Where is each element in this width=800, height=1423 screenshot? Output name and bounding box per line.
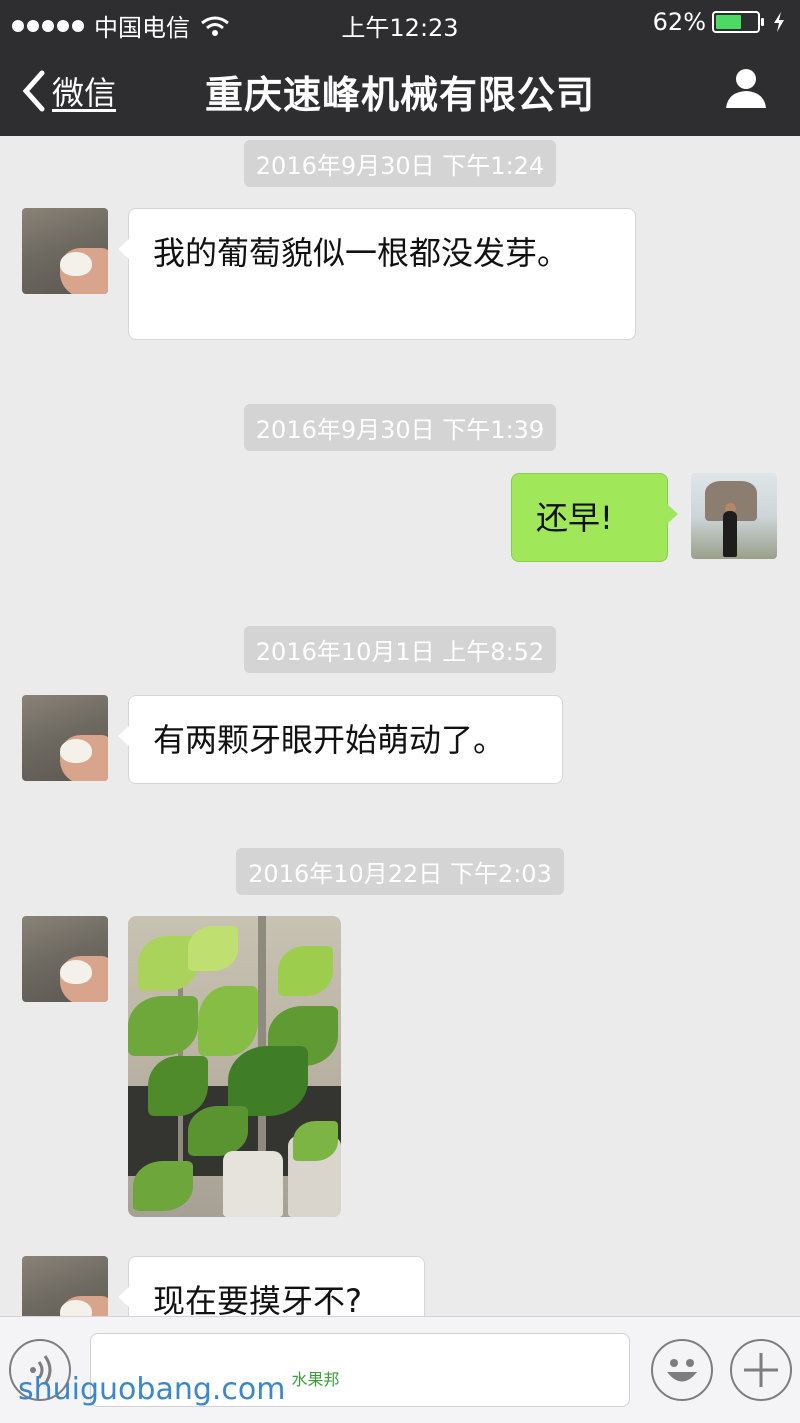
received-message[interactable]: 我的葡萄貌似一根都没发芽。 [118,208,636,340]
sent-message[interactable]: 还早! [511,473,678,562]
battery-icon [712,11,764,33]
chat-list[interactable]: 2016年9月30日 下午1:24 我的葡萄貌似一根都没发芽。 2016年9月3… [0,136,800,1316]
chat-title: 重庆速峰机械有限公司 [204,73,595,117]
timestamp: 2016年10月1日 上午8:52 [0,626,800,673]
contact-avatar[interactable] [22,208,108,294]
my-avatar[interactable] [691,473,777,559]
plus-icon[interactable] [730,1339,792,1401]
watermark: shuiguobang.com 水果邦 [18,1370,340,1407]
top-bar: 中国电信 上午12:23 62% 微信 重庆速峰机械有限公司 [0,0,800,136]
charging-bolt-icon [774,12,784,32]
nav-bar: 微信 重庆速峰机械有限公司 [0,44,800,136]
battery-percent: 62% [652,8,706,36]
timestamp: 2016年9月30日 下午1:24 [0,140,800,187]
contact-avatar[interactable] [22,1256,108,1316]
timestamp: 2016年10月22日 下午2:03 [0,848,800,895]
timestamp: 2016年9月30日 下午1:39 [0,404,800,451]
emoji-icon[interactable] [651,1339,713,1401]
grape-seedling-photo[interactable] [128,916,341,1217]
received-message[interactable]: 现在要摸牙不? [118,1256,425,1316]
contact-avatar[interactable] [22,695,108,781]
contact-avatar[interactable] [22,916,108,1002]
person-icon[interactable] [724,66,768,110]
received-message[interactable]: 有两颗牙眼开始萌动了。 [118,695,563,784]
status-bar: 中国电信 上午12:23 62% [0,0,800,44]
